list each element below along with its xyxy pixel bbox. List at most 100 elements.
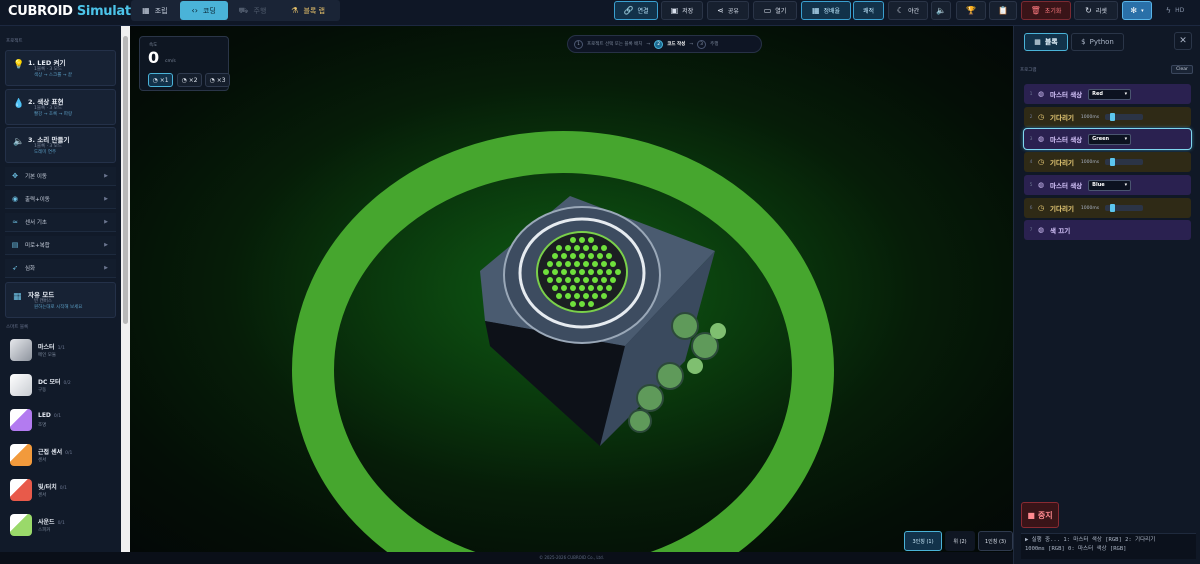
- led-dot: [606, 269, 612, 275]
- sidebar-scrollbar[interactable]: [121, 26, 130, 552]
- share-icon: ⋖: [717, 5, 724, 15]
- stop-button[interactable]: ■ 중지: [1021, 502, 1059, 528]
- save-button[interactable]: ▣ 저장: [661, 1, 703, 20]
- step-indicator: 1 프로젝트 선택 또는 블록 배치 → 2 코드 작성 → 3 주행: [567, 35, 762, 53]
- project-card-led[interactable]: 💡 1. LED 켜기 1블록 · 3 모드 색상 → 스크롤 → 끝: [5, 50, 116, 86]
- trophy-icon: 🏆: [966, 5, 976, 15]
- free-mode-card[interactable]: ▦ 자유 모드 빈 캔버스 원하는대로 시작해 보세요: [5, 282, 116, 318]
- section-smart-label: 스마트 블록: [6, 325, 29, 330]
- module-light-touch[interactable]: 빛/터치 0/1 센서: [8, 477, 116, 507]
- group-advanced[interactable]: ➶ 심화 ▶: [5, 259, 116, 278]
- led-dot: [556, 261, 562, 267]
- folder-icon: ▭: [763, 5, 772, 15]
- slider-handle[interactable]: [1110, 158, 1116, 166]
- view-third-person[interactable]: 3인칭 (1): [904, 531, 942, 551]
- open-button[interactable]: ▭ 열기: [753, 1, 797, 20]
- reset-all-button[interactable]: 🗑 초기화: [1021, 1, 1071, 20]
- block-6[interactable]: 6 ◷ 기다리기 1000ms: [1024, 198, 1191, 218]
- palette-icon: ◍: [1038, 226, 1045, 234]
- led-dot: [574, 293, 580, 299]
- log-line: 1000ms [RGB] 0: 마스터 색상 [RGB]: [1025, 546, 1127, 552]
- led-dot: [588, 253, 594, 259]
- wait-slider[interactable]: [1105, 113, 1144, 121]
- sidebar: 프로젝트 💡 1. LED 켜기 1블록 · 3 모드 색상 → 스크롤 → 끝 💧 2…: [0, 26, 121, 552]
- led-dot: [574, 277, 580, 283]
- reset-button[interactable]: ↻ 리셋: [1074, 1, 1118, 20]
- group-sensor-basic[interactable]: ≈ 센서 기초 ▶: [5, 213, 116, 232]
- block-5[interactable]: 5 ◍ 마스터 색상 Blue ▾: [1024, 175, 1191, 195]
- project-card-sound[interactable]: 🔈 3. 소리 만들기 1블록 · 3 모드 도레미 연주: [5, 127, 116, 163]
- led-dot: [583, 261, 589, 267]
- tab-blocks[interactable]: ▦ 블록: [1024, 33, 1068, 51]
- led-dot: [547, 277, 553, 283]
- tab-python[interactable]: $ Python: [1071, 33, 1124, 51]
- slider-handle[interactable]: [1110, 204, 1116, 212]
- led-dot: [570, 269, 576, 275]
- clipboard-button[interactable]: 📋: [989, 1, 1017, 20]
- module-dc-motor[interactable]: DC 모터 0/2 구동: [8, 372, 116, 402]
- python-icon: $: [1081, 38, 1086, 46]
- clear-button[interactable]: Clear: [1171, 65, 1193, 74]
- led-dot: [556, 293, 562, 299]
- 3d-viewport[interactable]: 속도 0 cm/s ◔ ×1 ◔ ×2 ◔ ×3 1 프로젝트 선택 또는 블록 배치 →…: [130, 26, 1013, 552]
- chevron-down-icon: ▾: [1124, 182, 1128, 188]
- settings-button[interactable]: ✻ ▾: [1122, 1, 1152, 20]
- light-cube-icon: [10, 479, 32, 501]
- speaker-icon: 🔈: [13, 137, 25, 147]
- group-basic-move[interactable]: ✥ 기본 이동 ▶: [5, 167, 116, 186]
- speed-x1-button[interactable]: ◔ ×1: [148, 73, 173, 87]
- connect-button[interactable]: 🔗 연결: [614, 1, 658, 20]
- led-dot: [588, 285, 594, 291]
- led-dot: [570, 253, 576, 259]
- share-button[interactable]: ⋖ 공유: [707, 1, 749, 20]
- block-3[interactable]: 3 ◍ 마스터 색상 Green ▾: [1023, 128, 1192, 150]
- tab-drive[interactable]: ⛟ 주행: [230, 1, 276, 20]
- view-top[interactable]: 위 (2): [945, 531, 975, 551]
- ratio-button[interactable]: ▦ 정배율: [801, 1, 851, 20]
- module-proximity[interactable]: 근접 센서 0/1 센서: [8, 442, 116, 472]
- view-first-person[interactable]: 1인칭 (3): [978, 531, 1013, 551]
- scrollbar-thumb[interactable]: [123, 36, 128, 324]
- trophy-button[interactable]: 🏆: [956, 1, 986, 20]
- module-sound[interactable]: 사운드 0/1 스피커: [8, 512, 116, 542]
- group-maze[interactable]: ▤ 미로+복합 ▶: [5, 236, 116, 255]
- led-dot: [556, 245, 562, 251]
- card-flow: 색상 → 스크롤 → 끝: [34, 73, 73, 78]
- speed-unit: cm/s: [165, 59, 176, 64]
- clock-icon: ◷: [1038, 158, 1045, 166]
- block-2[interactable]: 2 ◷ 기다리기 1000ms: [1024, 107, 1191, 127]
- night-button[interactable]: ☾ 야간: [888, 1, 928, 20]
- group-output-move[interactable]: ◉ 출력+이동 ▶: [5, 190, 116, 209]
- tab-assembly[interactable]: ▦ 조립: [132, 1, 178, 20]
- block-7[interactable]: 7 ◍ 색 끄기: [1024, 220, 1191, 240]
- smooth-button[interactable]: 쾌적: [853, 1, 884, 20]
- trash-icon: 🗑: [1030, 5, 1041, 15]
- led-dot: [561, 253, 567, 259]
- tab-block-lab[interactable]: ⚗ 블록 랩: [277, 1, 339, 20]
- block-1[interactable]: 1 ◍ 마스터 색상 Red ▾: [1024, 84, 1191, 104]
- sidebar-footer: [0, 552, 130, 564]
- quality-button[interactable]: ϟ HD: [1157, 1, 1193, 20]
- program-label: 프로그램: [1020, 68, 1037, 73]
- speed-x3-button[interactable]: ◔ ×3: [205, 73, 230, 87]
- block-4[interactable]: 4 ◷ 기다리기 1000ms: [1024, 152, 1191, 172]
- gear-icon: ✻: [1130, 5, 1138, 15]
- led-dot: [583, 277, 589, 283]
- slider-handle[interactable]: [1110, 113, 1116, 121]
- wait-slider[interactable]: [1105, 204, 1144, 212]
- module-master[interactable]: 마스터 1/1 메인 모듈: [8, 337, 116, 367]
- stop-icon: ■: [1027, 510, 1035, 520]
- tab-coding[interactable]: ‹› 코딩: [179, 1, 228, 20]
- close-panel-button[interactable]: ✕: [1174, 32, 1192, 50]
- color-select[interactable]: Red ▾: [1088, 88, 1132, 100]
- wait-slider[interactable]: [1105, 158, 1144, 166]
- color-select[interactable]: Blue ▾: [1088, 179, 1132, 191]
- module-led[interactable]: LED 0/1 조명: [8, 407, 116, 437]
- color-select[interactable]: Green ▾: [1088, 133, 1132, 145]
- project-card-color[interactable]: 💧 2. 색상 표현 1블록 · 3 모드 빨강 → 초록 → 파랑: [5, 89, 116, 125]
- speed-x2-button[interactable]: ◔ ×2: [177, 73, 202, 87]
- sound-button[interactable]: 🔈: [931, 1, 951, 20]
- led-dot: [592, 245, 598, 251]
- speed-value: 0: [148, 48, 160, 67]
- copyright: © 2025-2026 CUBROID Co., Ltd.: [130, 552, 1013, 564]
